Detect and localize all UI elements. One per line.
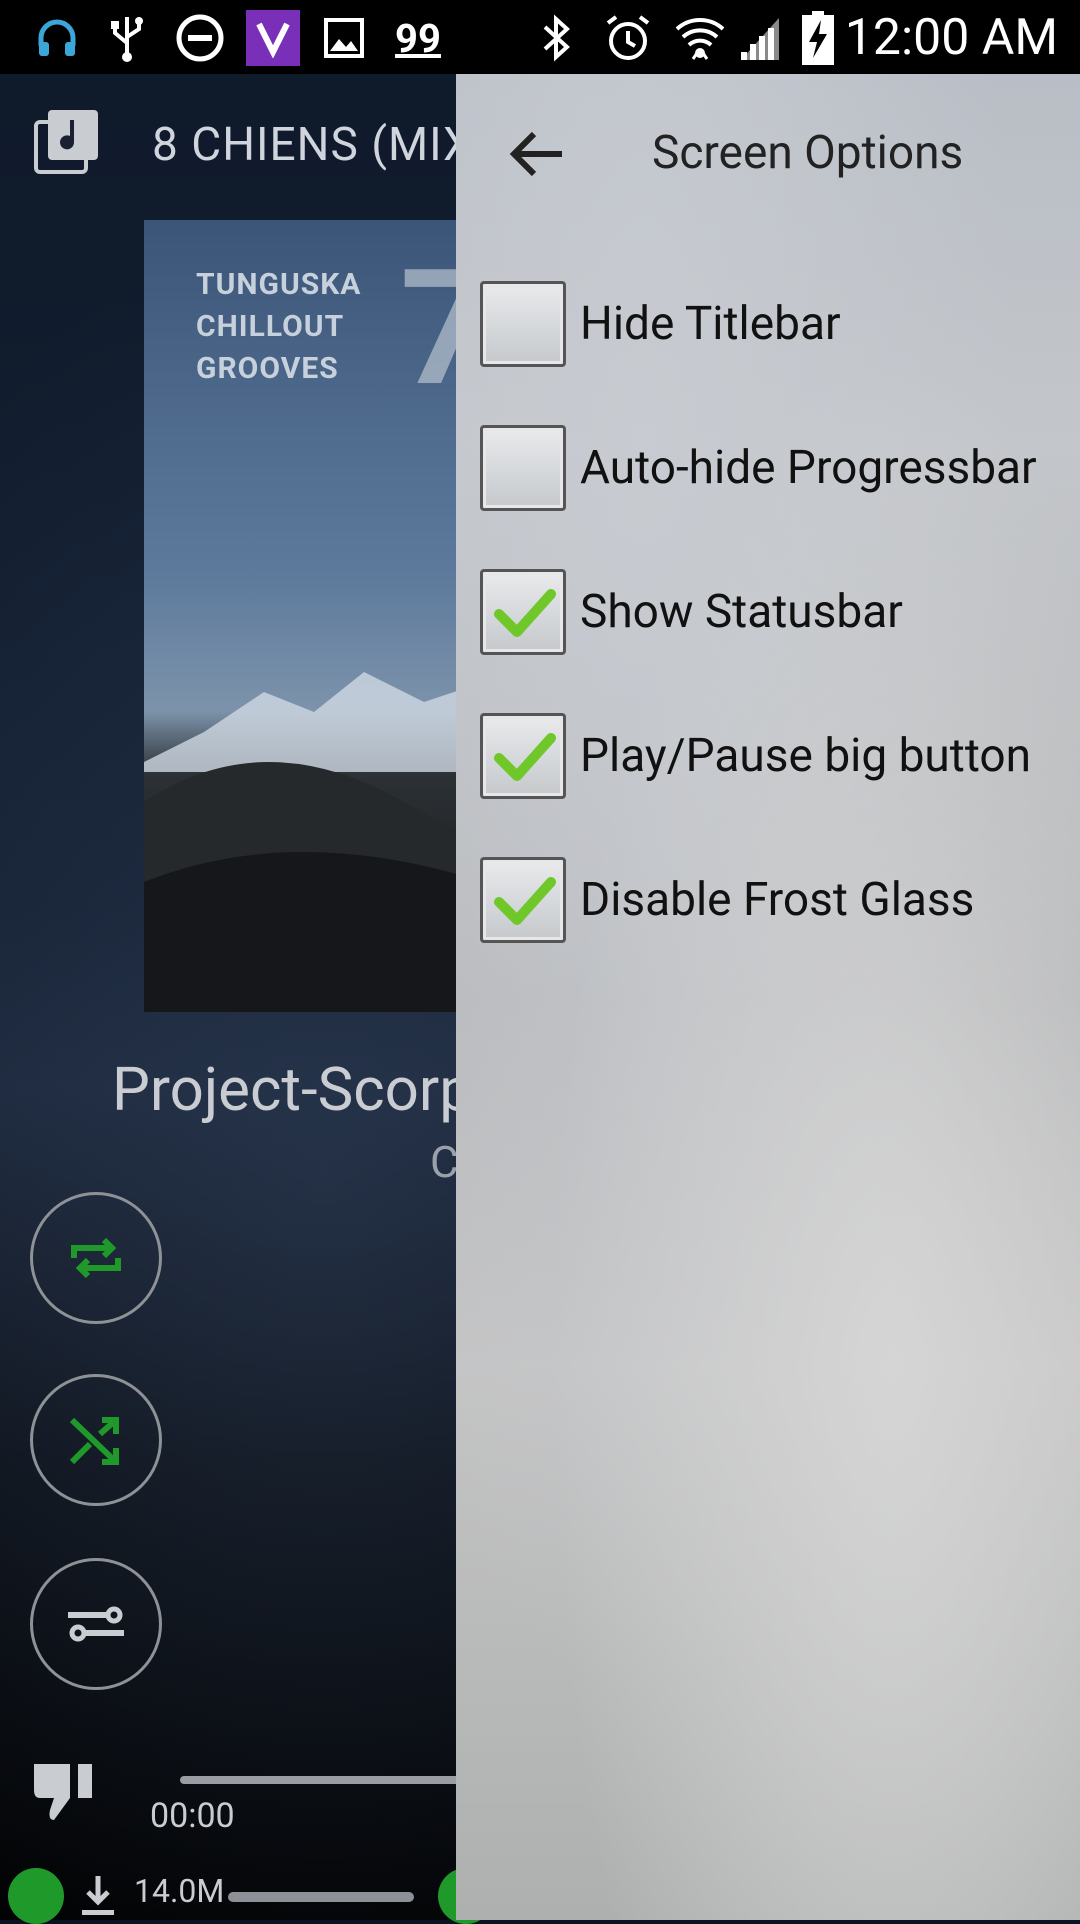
option-label: Auto-hide Progressbar (580, 441, 1037, 495)
checkmark-icon (494, 877, 556, 925)
album-art-text: TUNGUSKA CHILLOUT GROOVES (196, 267, 362, 386)
headphones-icon (30, 10, 84, 66)
bluetooth-icon (536, 10, 576, 66)
shuffle-icon (69, 1417, 119, 1465)
do-not-disturb-icon (172, 10, 228, 66)
back-arrow-icon (509, 131, 562, 177)
option-play-pause-big-button[interactable]: Play/Pause big button (480, 706, 1070, 806)
option-show-statusbar[interactable]: Show Statusbar (480, 562, 1070, 662)
image-icon (320, 10, 368, 66)
song-title: Project-Scorp (112, 1054, 473, 1125)
thumbs-down-icon[interactable] (30, 1754, 102, 1826)
option-hide-titlebar[interactable]: Hide Titlebar (480, 274, 1070, 374)
checkmark-icon (494, 733, 556, 781)
album-art: TUNGUSKA CHILLOUT GROOVES 7 (144, 220, 484, 1012)
elapsed-time: 00:00 (150, 1796, 235, 1836)
show-statusbar-checkbox[interactable] (480, 569, 566, 655)
battery-charging-icon (798, 10, 838, 66)
disable-frost-glass-checkbox[interactable] (480, 857, 566, 943)
app-v-icon (246, 10, 300, 66)
clock: 12:00 AM (844, 9, 1058, 67)
status-indicator (8, 1868, 64, 1924)
equalizer-button[interactable] (30, 1558, 162, 1690)
back-button[interactable] (508, 124, 568, 184)
option-label: Hide Titlebar (580, 297, 841, 351)
cell-signal-icon (736, 10, 782, 66)
music-library-icon[interactable] (34, 108, 100, 174)
option-auto-hide-progressbar[interactable]: Auto-hide Progressbar (480, 418, 1070, 518)
download-size: 14.0M (134, 1872, 225, 1910)
usb-icon (104, 10, 150, 66)
shuffle-button[interactable] (30, 1374, 162, 1506)
option-label: Play/Pause big button (580, 729, 1032, 783)
panel-title: Screen Options (652, 126, 964, 180)
track-header-title: 8 CHIENS (MIX (152, 118, 473, 172)
wifi-icon (672, 10, 728, 66)
download-progress (228, 1892, 414, 1902)
repeat-icon (71, 1237, 121, 1279)
hide-titlebar-checkbox[interactable] (480, 281, 566, 367)
repeat-button[interactable] (30, 1192, 162, 1324)
auto-hide-progressbar-checkbox[interactable] (480, 425, 566, 511)
option-label: Show Statusbar (580, 585, 903, 639)
song-artist: C (430, 1136, 459, 1188)
checkmark-icon (494, 589, 556, 637)
screen-options-panel: Screen Options Hide Titlebar Auto-hide P… (456, 74, 1080, 1920)
seek-bar[interactable] (180, 1776, 480, 1784)
download-icon[interactable] (78, 1874, 118, 1918)
bottom-bar: 14.0M (0, 1864, 494, 1924)
option-disable-frost-glass[interactable]: Disable Frost Glass (480, 850, 1070, 950)
status-bar: 99 12:00 AM (0, 0, 1080, 74)
option-label: Disable Frost Glass (580, 873, 975, 927)
album-art-mountains (144, 672, 484, 1012)
play-pause-big-button-checkbox[interactable] (480, 713, 566, 799)
equalizer-icon (68, 1606, 124, 1642)
notification-99-icon: 99 (395, 14, 441, 62)
alarm-icon (602, 10, 654, 66)
